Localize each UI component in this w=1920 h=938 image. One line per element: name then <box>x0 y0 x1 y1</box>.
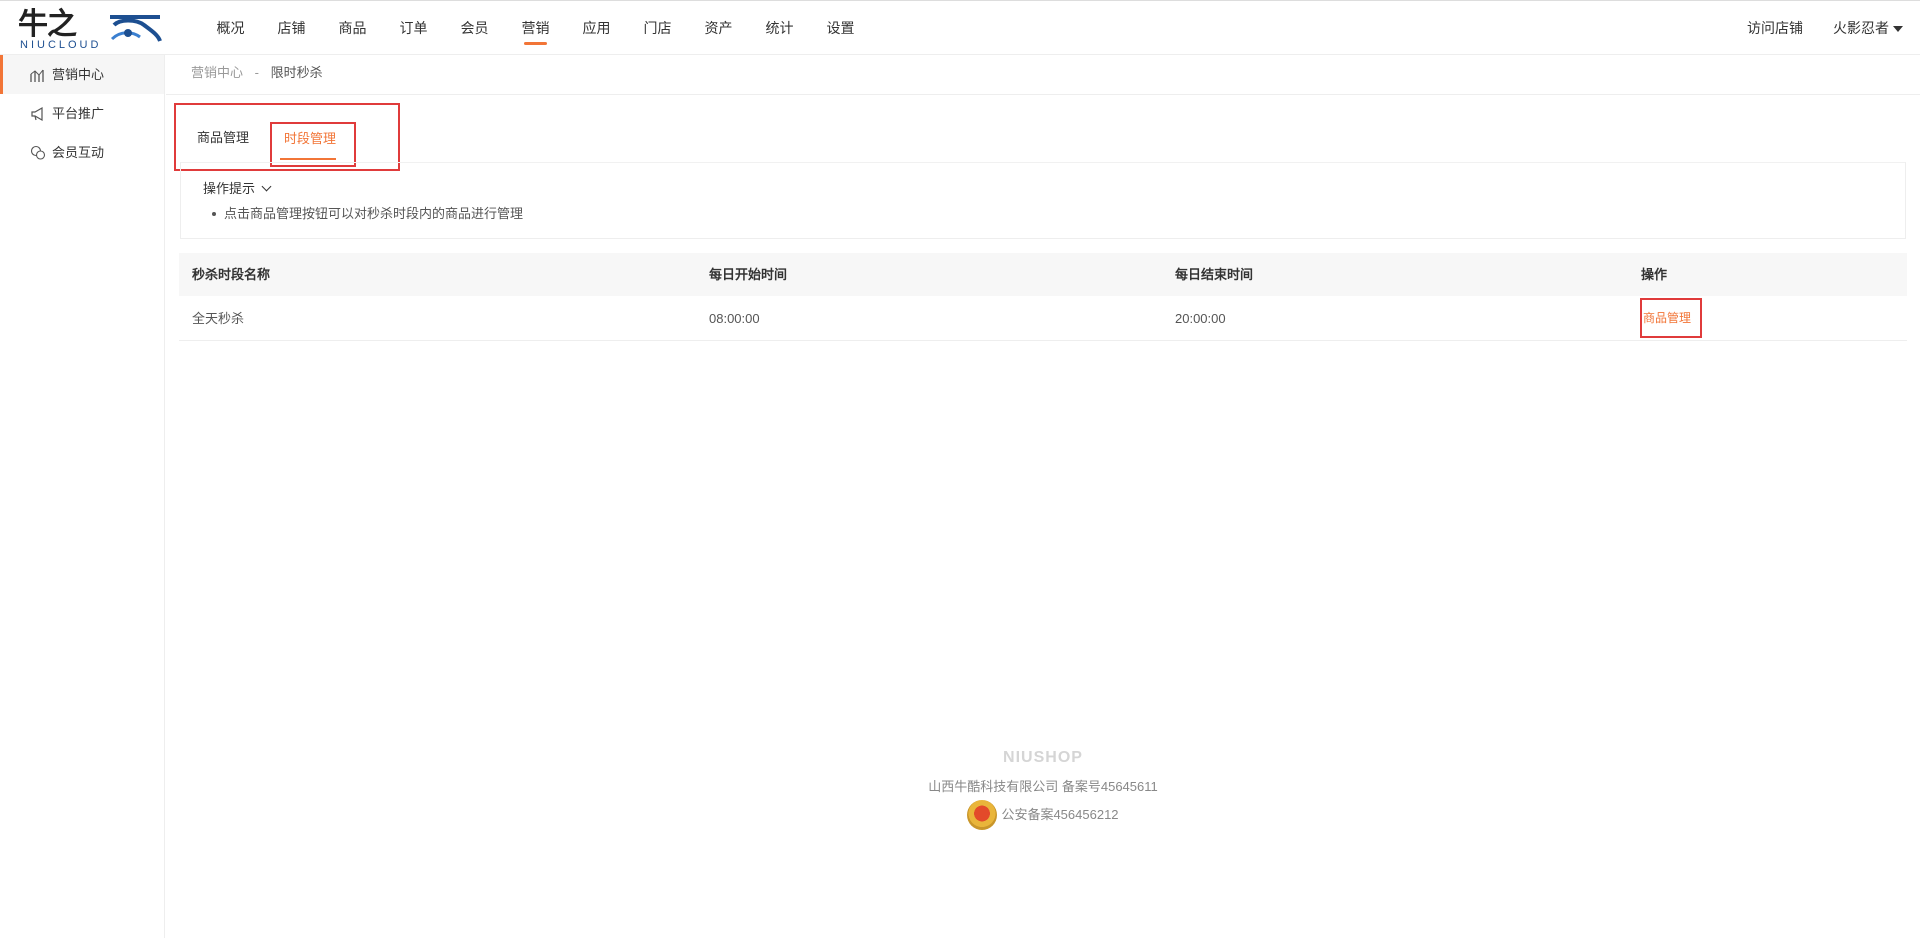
sidebar: 营销中心 平台推广 会员互动 <box>0 55 165 938</box>
cloud-logo-icon <box>110 15 162 42</box>
cell-period-name: 全天秒杀 <box>192 311 245 326</box>
sidebar-item-label: 营销中心 <box>52 67 105 82</box>
table-header: 秒杀时段名称 每日开始时间 每日结束时间 操作 <box>179 253 1907 296</box>
chevron-down-icon <box>261 181 272 192</box>
footer-police-record[interactable]: 公安备案456456212 <box>967 800 1119 830</box>
main-nav: 概况 店铺 商品 订单 会员 营销 应用 门店 资产 统计 设置 <box>200 1 871 55</box>
tab-period-label: 时段管理 <box>284 131 337 146</box>
footer: NIUSHOP 山西牛酷科技有限公司 备案号45645611 公安备案45645… <box>166 748 1920 835</box>
column-header-name: 秒杀时段名称 <box>192 267 271 282</box>
breadcrumb-parent[interactable]: 营销中心 <box>191 65 243 80</box>
tab-active-underline <box>280 158 336 160</box>
breadcrumb: 营销中心 - 限时秒杀 <box>166 55 1920 95</box>
goods-management-link[interactable]: 商品管理 <box>1640 298 1702 338</box>
table-row: 全天秒杀 08:00:00 20:00:00 商品管理 <box>179 296 1907 341</box>
user-menu[interactable]: 火影忍者 <box>1833 1 1903 55</box>
sidebar-item-label: 平台推广 <box>52 106 105 121</box>
user-name: 火影忍者 <box>1833 20 1889 36</box>
police-emblem-icon <box>967 800 998 830</box>
column-header-start: 每日开始时间 <box>709 267 788 282</box>
caret-down-icon <box>1893 26 1903 33</box>
sidebar-item-label: 会员互动 <box>52 145 105 160</box>
nav-item-goods[interactable]: 商品 <box>322 1 383 55</box>
chat-icon <box>30 145 46 160</box>
cell-start-time: 08:00:00 <box>709 311 760 326</box>
tab-goods-management[interactable]: 商品管理 <box>197 125 249 151</box>
nav-item-members[interactable]: 会员 <box>444 1 505 55</box>
cell-end-time: 20:00:00 <box>1175 311 1226 326</box>
footer-company: 山西牛酷科技有限公司 备案号45645611 <box>928 779 1158 794</box>
footer-brand: NIUSHOP <box>1003 749 1083 766</box>
nav-item-settings[interactable]: 设置 <box>810 1 871 55</box>
megaphone-icon <box>31 106 43 122</box>
breadcrumb-current: 限时秒杀 <box>270 65 323 80</box>
breadcrumb-separator: - <box>254 65 259 80</box>
column-header-action: 操作 <box>1641 267 1668 282</box>
tabs-highlight-box: 商品管理 时段管理 <box>174 103 400 171</box>
logo[interactable]: 牛之 NIUCLOUD <box>18 8 162 51</box>
nav-item-orders[interactable]: 订单 <box>383 1 444 55</box>
nav-item-store[interactable]: 店铺 <box>261 1 322 55</box>
nav-item-marketing[interactable]: 营销 <box>505 1 566 55</box>
nav-item-assets[interactable]: 资产 <box>688 1 749 55</box>
nav-item-overview[interactable]: 概况 <box>200 1 261 55</box>
nav-item-apps[interactable]: 应用 <box>566 1 627 55</box>
tips-item: 点击商品管理按钮可以对秒杀时段内的商品进行管理 <box>211 206 524 221</box>
tips-toggle[interactable]: 操作提示 <box>203 180 272 198</box>
column-header-end: 每日结束时间 <box>1175 267 1254 282</box>
chart-icon <box>30 69 44 82</box>
tips-title: 操作提示 <box>203 181 256 196</box>
sidebar-item-marketing-center[interactable]: 营销中心 <box>0 55 164 94</box>
logo-en-text: NIUCLOUD <box>20 39 102 51</box>
tab-period-management[interactable]: 时段管理 <box>270 122 356 167</box>
seckill-period-table: 秒杀时段名称 每日开始时间 每日结束时间 操作 全天秒杀 08:00:00 20… <box>179 253 1907 341</box>
sidebar-item-member-interaction[interactable]: 会员互动 <box>0 133 164 172</box>
logo-cn-text: 牛之 <box>18 8 77 41</box>
nav-item-stats[interactable]: 统计 <box>749 1 810 55</box>
sidebar-item-platform-promotion[interactable]: 平台推广 <box>0 94 164 133</box>
nav-item-shops[interactable]: 门店 <box>627 1 688 55</box>
top-bar: 牛之 NIUCLOUD 概况 店铺 商品 订单 会员 营销 应用 门店 资产 统… <box>0 0 1920 55</box>
visit-store-link[interactable]: 访问店铺 <box>1747 1 1803 55</box>
police-record-text: 公安备案456456212 <box>1001 807 1119 822</box>
operation-tips: 操作提示 点击商品管理按钮可以对秒杀时段内的商品进行管理 <box>180 162 1906 239</box>
